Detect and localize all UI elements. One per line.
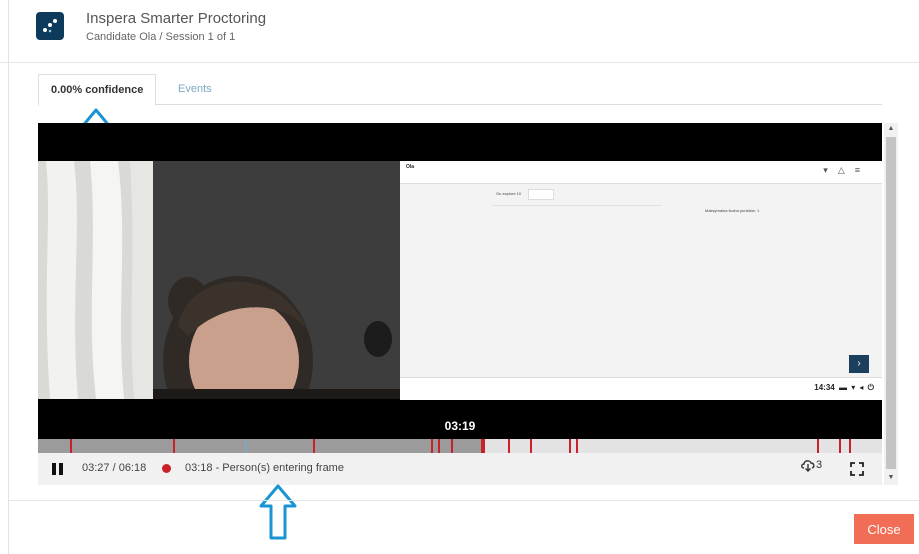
wifi-icon: ▾ [823, 165, 838, 175]
modal-header: Inspera Smarter Proctoring Candidate Ola… [0, 0, 919, 63]
event-indicator-dot [162, 464, 171, 473]
exam-max-points: Maksymalna liczba punktów: 1 [705, 208, 760, 213]
progress-played [38, 439, 486, 453]
tab-bar: 0.00% confidence Events [38, 74, 882, 106]
event-marker[interactable] [569, 439, 571, 453]
player-controls: 03:27 / 06:18 03:18 - Person(s) entering… [38, 453, 882, 485]
exam-bottombar: 14:34 ▬ ▾ ◂ ⏻ [400, 377, 882, 400]
exam-clock: 14:34 ▬ ▾ ◂ ⏻ [814, 383, 874, 392]
event-label[interactable]: 03:18 - Person(s) entering frame [185, 462, 344, 474]
exam-status-icons: ▾△≡ [823, 165, 870, 176]
event-marker[interactable] [481, 439, 485, 453]
modal-left-border [8, 0, 9, 554]
event-marker[interactable] [313, 439, 315, 453]
event-marker[interactable] [245, 439, 247, 453]
cloud-download-icon [801, 460, 815, 472]
app-title: Inspera Smarter Proctoring [86, 10, 267, 27]
scroll-up-icon[interactable]: ▲ [884, 123, 898, 135]
chevron-right-icon: › [849, 355, 869, 373]
event-marker[interactable] [451, 439, 453, 453]
event-marker[interactable] [70, 439, 72, 453]
event-marker[interactable] [438, 439, 440, 453]
time-display: 03:27 / 06:18 [82, 462, 147, 474]
pause-icon[interactable] [52, 463, 64, 475]
scroll-thumb[interactable] [886, 137, 896, 469]
session-subtitle: Candidate Ola / Session 1 of 1 [86, 31, 236, 43]
inspera-logo-icon [36, 12, 64, 40]
event-marker[interactable] [530, 439, 532, 453]
arrow-up-icon [259, 484, 297, 540]
scroll-down-icon[interactable]: ▼ [884, 471, 898, 485]
event-count-value: 3 [816, 458, 823, 471]
fullscreen-icon[interactable] [850, 462, 864, 476]
bell-icon: △ [837, 165, 855, 175]
tab-confidence[interactable]: 0.00% confidence [38, 74, 157, 106]
event-marker[interactable] [431, 439, 433, 453]
exam-answer-input [528, 189, 554, 200]
video-player: Ola ▾△≡ Ou explore 10 Maksymalna liczba … [38, 123, 882, 485]
progress-bar[interactable] [38, 439, 882, 453]
event-marker[interactable] [576, 439, 578, 453]
exam-question-label: Ou explore 10 [496, 191, 522, 196]
menu-icon: ≡ [854, 165, 870, 175]
current-time-overlay: 03:19 [444, 419, 476, 433]
close-button[interactable]: Close [854, 514, 914, 544]
event-count[interactable]: 3 [800, 458, 822, 472]
event-marker[interactable] [849, 439, 851, 453]
webcam-feed [38, 161, 400, 399]
exam-candidate-name: Ola [406, 164, 415, 170]
exam-topbar: Ola ▾△≡ [400, 161, 882, 184]
vertical-scrollbar[interactable]: ▲ ▼ [884, 123, 898, 485]
event-marker[interactable] [173, 439, 175, 453]
event-marker[interactable] [508, 439, 510, 453]
tab-events[interactable]: Events [166, 74, 224, 104]
event-marker[interactable] [839, 439, 841, 453]
footer-divider [8, 500, 919, 501]
event-marker[interactable] [817, 439, 819, 453]
exam-divider [492, 205, 662, 206]
screen-share-feed: Ola ▾△≡ Ou explore 10 Maksymalna liczba … [400, 161, 882, 400]
